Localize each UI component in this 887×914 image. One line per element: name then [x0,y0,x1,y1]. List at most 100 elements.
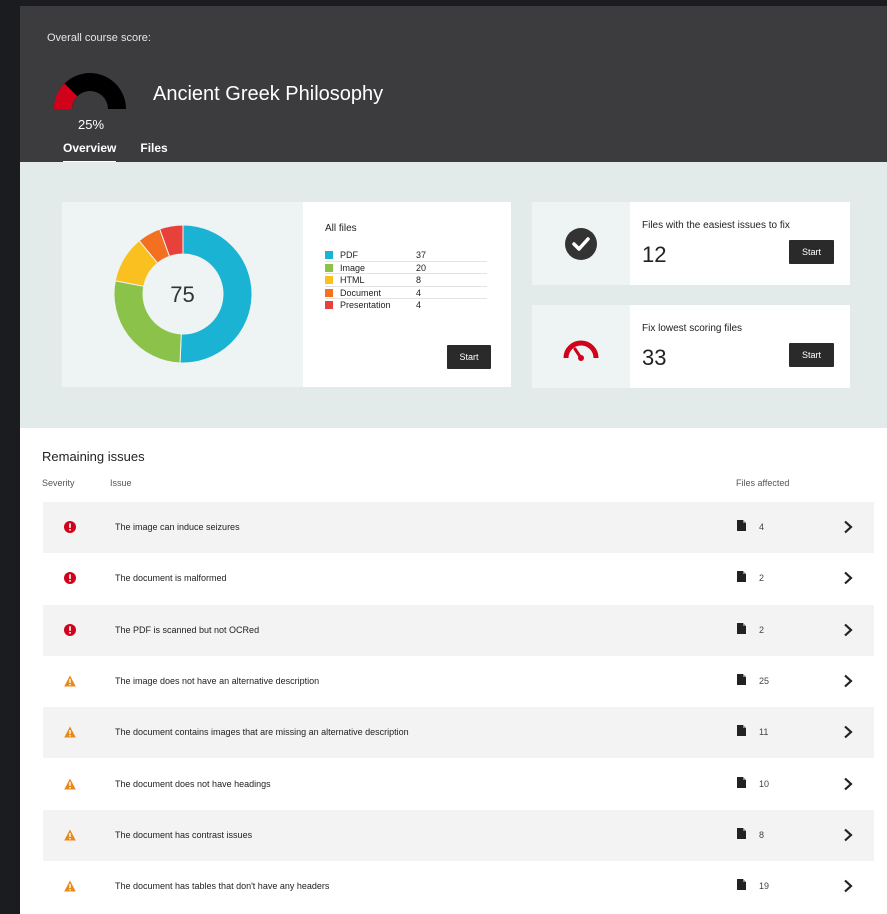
lowest-start-button[interactable]: Start [789,343,834,367]
error-icon [64,623,76,636]
legend-swatch [325,301,333,309]
file-icon [737,520,746,531]
files-affected-count: 4 [759,522,765,532]
files-affected-column-header: Files affected [736,478,790,488]
lowest-count: 33 [642,345,667,370]
chevron-right-icon[interactable] [843,571,853,585]
legend-count: 4 [416,300,422,310]
files-total: 75 [170,282,195,307]
severity-column-header: Severity [42,478,75,488]
issue-row[interactable]: The document does not have headings 10 [43,759,874,810]
all-files-start-button[interactable]: Start [447,345,491,369]
files-affected-count: 25 [759,675,770,686]
legend-swatch [325,276,333,284]
lowest-score-card: Fix lowest scoring files 33 Start [532,305,850,388]
easiest-start-button[interactable]: Start [789,240,834,264]
easiest-issues-card: Files with the easiest issues to fix 12 … [532,202,850,285]
issue-row[interactable]: The document contains images that are mi… [43,707,874,759]
chevron-right-icon[interactable] [843,674,853,688]
warning-icon [64,726,76,738]
issue-row[interactable]: The image does not have an alternative d… [43,656,874,707]
score-percent: 25% [78,117,105,132]
tab-overview[interactable]: Overview [63,141,117,163]
issue-description: The image can induce seizures [115,522,240,532]
warning-icon [64,829,76,841]
issue-row[interactable]: The document is malformed 2 [43,553,874,604]
summary-band: 75 All files PDF 37 Image 20 HTML 8 Document 4 P… [20,162,887,428]
chevron-right-icon[interactable] [843,520,853,534]
issue-description: The image does not have an alternative d… [115,675,320,686]
tab-files[interactable]: Files [140,141,167,163]
lowest-title: Fix lowest scoring files [642,323,743,334]
warning-icon [64,778,76,789]
file-icon [737,776,746,788]
easiest-count: 12 [642,242,667,267]
chevron-right-icon[interactable] [843,725,853,739]
warning-icon [64,880,76,892]
issue-description: The document is malformed [115,573,227,584]
easiest-icon-box [532,202,630,285]
issue-description: The document does not have headings [115,778,271,789]
files-affected-count: 19 [759,881,770,892]
files-affected-count: 11 [759,727,769,738]
chevron-right-icon[interactable] [843,879,853,893]
score-gauge [54,73,126,109]
legend-label: Image [340,262,366,273]
legend-row: Presentation 4 [325,299,487,312]
issue-row[interactable]: The document has tables that don't have … [43,861,874,912]
file-icon [737,879,746,891]
file-icon [737,622,746,634]
legend-count: 20 [416,262,427,273]
donut-card: 75 [62,202,303,387]
file-icon [737,725,746,737]
chevron-right-icon[interactable] [843,828,853,842]
issue-description: The PDF is scanned but not OCRed [115,624,260,635]
legend-swatch [325,263,333,272]
all-files-card: All files PDF 37 Image 20 HTML 8 Document 4 Pres… [303,202,511,387]
course-header: Overall course score: 25% Ancient Greek … [20,6,887,163]
error-icon [64,572,76,585]
all-files-title: All files [325,223,357,234]
legend-swatch [325,251,333,259]
legend-count: 4 [416,287,422,298]
course-page: Overall course score: 25% Ancient Greek … [20,6,887,914]
files-affected-count: 2 [759,624,765,635]
course-tabs: Overview Files [63,141,168,163]
course-title: Ancient Greek Philosophy [153,83,384,105]
legend-label: Document [340,287,382,298]
overall-score-label: Overall course score: [47,32,151,44]
issue-description: The document contains images that are mi… [115,727,409,738]
issue-description: The document has contrast issues [115,829,253,840]
files-affected-count: 8 [759,829,765,840]
check-circle-icon [565,228,597,260]
files-affected-count: 2 [759,573,765,584]
legend-row: Document 4 [325,287,487,299]
remaining-issues-title: Remaining issues [42,449,145,464]
lowest-icon-box [532,305,630,388]
file-icon [737,827,746,839]
legend-row: Image 20 [325,262,487,274]
legend-row: HTML 8 [325,274,487,287]
legend-count: 8 [416,275,422,285]
chevron-right-icon[interactable] [843,777,853,791]
issue-row[interactable]: The document has contrast issues 8 [43,809,874,861]
file-icon [737,673,746,685]
legend-label: HTML [340,275,365,285]
files-affected-count: 10 [759,778,770,789]
file-icon [737,571,746,583]
issue-row[interactable]: The image can induce seizures 4 [43,502,874,553]
speedometer-icon [563,340,599,361]
issue-description: The document has tables that don't have … [115,881,330,892]
legend-label: PDF [340,250,358,260]
legend-swatch [325,288,333,297]
lowest-body: Fix lowest scoring files 33 Start [630,305,850,388]
issue-row[interactable]: The PDF is scanned but not OCRed 2 [43,604,874,656]
easiest-title: Files with the easiest issues to fix [642,220,790,231]
chevron-right-icon[interactable] [843,623,853,637]
easiest-body: Files with the easiest issues to fix 12 … [630,202,850,285]
file-type-legend: PDF 37 Image 20 HTML 8 Document 4 Presentation 4 [325,249,487,312]
warning-icon [64,675,76,687]
error-icon [64,521,76,533]
legend-count: 37 [416,250,427,260]
legend-row: PDF 37 [325,249,487,262]
